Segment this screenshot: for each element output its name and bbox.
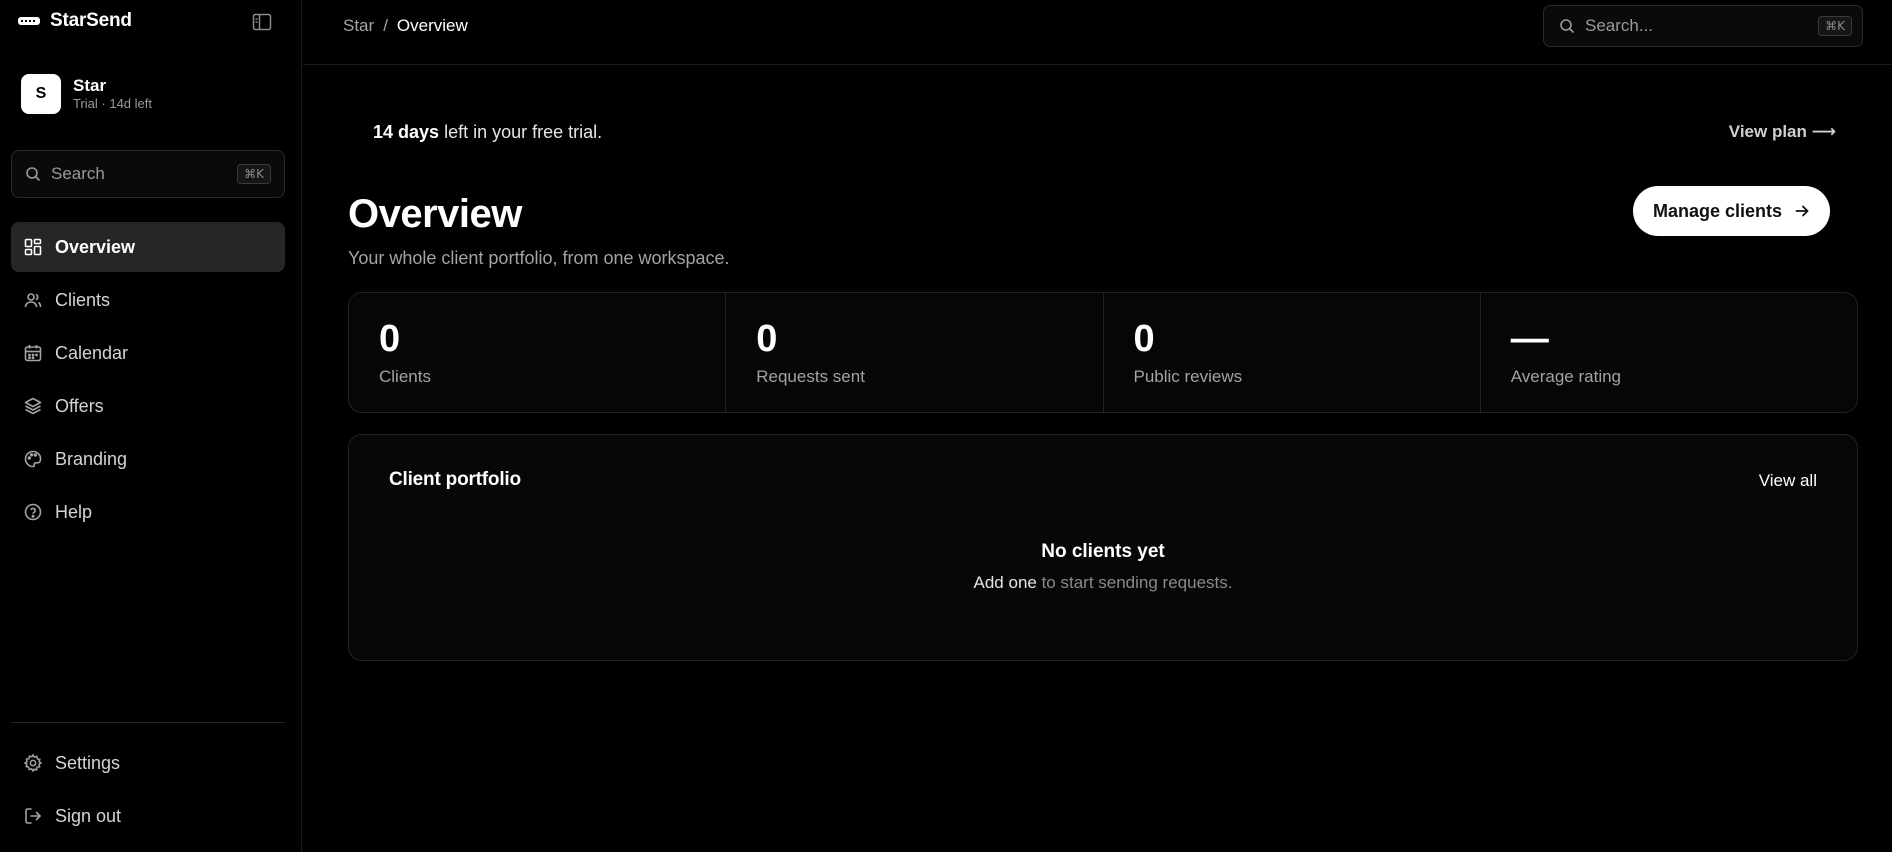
top-search-placeholder: Search...	[1585, 16, 1654, 35]
brand-name: StarSend	[50, 10, 132, 31]
trial-days: 14 days	[373, 122, 440, 142]
gear-icon	[23, 753, 43, 773]
client-portfolio-card: Client portfolio View all No clients yet…	[348, 434, 1858, 661]
panel-left-icon	[252, 13, 272, 31]
app: StarSend S Star Trial · 14d left Search …	[0, 0, 1892, 852]
topbar: Star / Overview Search... ⌘K	[303, 0, 1892, 65]
manage-clients-label: Manage clients	[1652, 200, 1782, 221]
grid-icon	[24, 238, 42, 256]
stat-label: Clients	[379, 367, 431, 386]
workspace-plan: Trial · 14d left	[73, 96, 152, 111]
brand[interactable]: StarSend	[18, 10, 132, 32]
trial-text: left in your free trial.	[439, 122, 603, 142]
stat-public-reviews: 0 Public reviews	[1104, 293, 1481, 412]
palette-icon	[24, 450, 42, 468]
workspace-info: Star Trial · 14d left	[73, 76, 152, 112]
users-icon	[24, 293, 42, 308]
sign-out-icon	[25, 808, 41, 824]
sidebar-item-branding[interactable]: Branding	[11, 434, 285, 484]
shortcut-badge: ⌘K	[1818, 16, 1852, 36]
empty-state-title: No clients yet	[1041, 541, 1165, 562]
sidebar-bottom-nav: Settings Sign out	[11, 738, 285, 844]
breadcrumb-current: Overview	[396, 16, 468, 35]
sidebar-item-calendar[interactable]: Calendar	[11, 328, 285, 378]
stat-label: Public reviews	[1133, 367, 1243, 386]
top-search-input[interactable]: Search... ⌘K	[1543, 5, 1863, 47]
sidebar-item-settings[interactable]: Settings	[11, 738, 285, 788]
sidebar-item-label: Settings	[55, 752, 121, 773]
portfolio-title: Client portfolio	[389, 469, 521, 490]
breadcrumb-separator: /	[383, 16, 388, 35]
sidebar-item-label: Sign out	[55, 805, 122, 826]
stat-label: Average rating	[1510, 367, 1622, 386]
sidebar-item-offers[interactable]: Offers	[11, 381, 285, 431]
sidebar-collapse-button[interactable]	[252, 13, 272, 31]
stat-value: —	[1510, 318, 1549, 360]
breadcrumb-root[interactable]: Star	[343, 16, 374, 36]
arrow-right-icon	[1795, 205, 1809, 217]
workspace-switcher[interactable]: S Star Trial · 14d left	[21, 74, 152, 114]
page-title: Overview	[348, 192, 522, 236]
sidebar-item-label: Calendar	[55, 342, 129, 363]
view-plan-link[interactable]: View plan ⟶	[1729, 122, 1836, 142]
layers-icon	[24, 397, 42, 415]
stat-clients: 0 Clients	[349, 293, 727, 412]
empty-state-message: Add one to start sending requests.	[349, 573, 1857, 593]
stat-value: 0	[756, 318, 778, 360]
view-all-link[interactable]: View all	[1759, 471, 1817, 491]
sidebar-item-clients[interactable]: Clients	[11, 275, 285, 325]
empty-state-text: to start sending requests.	[1036, 573, 1233, 592]
search-icon	[1560, 19, 1575, 34]
sidebar: StarSend S Star Trial · 14d left Search …	[0, 0, 302, 852]
shortcut-badge: ⌘K	[237, 164, 271, 184]
search-icon	[26, 167, 41, 182]
breadcrumb: Star / Overview	[343, 16, 468, 36]
workspace-avatar: S	[21, 74, 61, 114]
stats-card: 0 Clients 0 Requests sent 0 Public revie…	[348, 292, 1858, 413]
sidebar-search-placeholder: Search	[51, 164, 105, 183]
sidebar-item-label: Clients	[55, 289, 111, 310]
help-circle-icon	[24, 503, 42, 521]
page-subtitle: Your whole client portfolio, from one wo…	[348, 248, 730, 268]
calendar-icon	[24, 345, 42, 362]
sidebar-item-label: Branding	[55, 448, 128, 469]
sidebar-item-label: Offers	[55, 395, 104, 416]
sidebar-item-overview[interactable]: Overview	[11, 222, 285, 272]
sidebar-item-sign-out[interactable]: Sign out	[11, 791, 285, 841]
stat-average-rating: — Average rating	[1481, 293, 1857, 412]
sidebar-item-label: Help	[55, 501, 93, 522]
sidebar-item-label: Overview	[55, 236, 136, 257]
sidebar-item-help[interactable]: Help	[11, 487, 285, 537]
manage-clients-button[interactable]: Manage clients	[1632, 186, 1830, 236]
trial-banner: 14 days left in your free trial.	[373, 122, 602, 143]
stat-value: 0	[1133, 318, 1155, 360]
main-content: 14 days left in your free trial. View pl…	[303, 66, 1892, 852]
workspace-name: Star	[73, 76, 107, 95]
stat-requests-sent: 0 Requests sent	[726, 293, 1104, 412]
sidebar-divider	[11, 722, 285, 723]
stat-value: 0	[379, 318, 401, 360]
stat-label: Requests sent	[756, 367, 865, 386]
logo-icon	[18, 17, 40, 25]
add-client-link[interactable]: Add one	[974, 573, 1037, 592]
sidebar-search[interactable]: Search ⌘K	[11, 150, 285, 198]
sidebar-nav: Overview Clients Calendar Offers Brandin…	[11, 222, 285, 540]
